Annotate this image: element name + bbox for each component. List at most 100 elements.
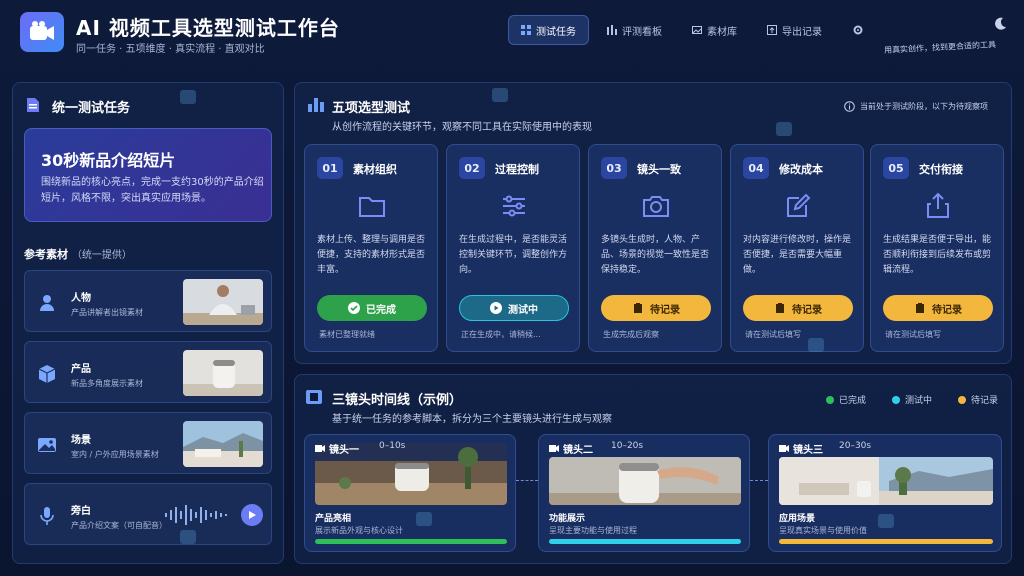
step-note: 请在测试后填写 bbox=[885, 330, 941, 339]
step-card-edit-cost[interactable]: 04 修改成本 对内容进行修改时，操作是否便捷，是否需要大幅重做。 待记录 请在… bbox=[730, 144, 864, 352]
nav-tab-test-task[interactable]: 测试任务 bbox=[508, 15, 589, 45]
image-icon bbox=[692, 26, 702, 34]
microphone-icon bbox=[40, 507, 54, 525]
reference-sub: 产品讲解者出镜素材 bbox=[71, 308, 143, 317]
settings-button[interactable] bbox=[840, 15, 876, 45]
folder-icon bbox=[359, 197, 385, 217]
sliders-icon bbox=[503, 195, 525, 217]
clipboard-icon bbox=[776, 303, 784, 313]
nav-tab-eval-board[interactable]: 评测看板 bbox=[595, 15, 674, 45]
legend-label: 测试中 bbox=[905, 396, 933, 406]
step-number: 03 bbox=[601, 157, 627, 179]
step-number: 05 bbox=[883, 157, 909, 179]
reference-item-narration[interactable]: 旁白 产品介绍文案（可自配音） bbox=[24, 483, 272, 545]
clipboard-icon bbox=[916, 303, 924, 313]
nav-label: 导出记录 bbox=[782, 26, 822, 38]
reference-sub: 室内 / 户外应用场景素材 bbox=[71, 450, 159, 459]
play-circle-icon bbox=[490, 302, 502, 314]
top-nav: 测试任务 评测看板 素材库 导出记录 bbox=[508, 15, 876, 45]
shot-thumbnail bbox=[779, 457, 993, 505]
nav-tab-asset-library[interactable]: 素材库 bbox=[680, 15, 749, 45]
step-description: 素材上传、整理与调用是否便捷，支持的素材形式是否丰富。 bbox=[317, 235, 426, 275]
task-section-title: 统一测试任务 bbox=[52, 101, 131, 116]
legend-pending: 待记录 bbox=[958, 393, 998, 406]
step-name: 镜头一致 bbox=[637, 163, 681, 176]
reference-sub: 产品介绍文案（可自配音） bbox=[71, 521, 167, 530]
watermark-icon bbox=[180, 90, 196, 104]
bar-chart-icon bbox=[607, 25, 617, 35]
info-icon bbox=[844, 101, 855, 112]
watermark-icon bbox=[776, 122, 792, 136]
play-audio-button[interactable] bbox=[241, 504, 263, 526]
nav-tab-export-records[interactable]: 导出记录 bbox=[755, 15, 834, 45]
task-title: 30秒新品介绍短片 bbox=[41, 151, 176, 170]
timeline-connector bbox=[750, 480, 768, 481]
timeline-title: 三镜头时间线（示例） bbox=[332, 393, 463, 408]
legend-dot bbox=[892, 395, 900, 404]
reference-name: 产品 bbox=[71, 364, 91, 375]
timeline-subtitle: 基于统一任务的参考脚本，拆分为三个主要镜头进行生成与观察 bbox=[332, 414, 612, 425]
step-card-delivery[interactable]: 05 交付衔接 生成结果是否便于导出，能否顺利衔接到后续发布或剪辑流程。 待记录… bbox=[870, 144, 1004, 352]
shot-card-2[interactable]: 镜头二 10–20s 功能展示 呈现主要功能与使用过程 bbox=[538, 434, 750, 552]
shot-card-3[interactable]: 镜头三 20–30s 应用场景 呈现真实场景与使用价值 bbox=[768, 434, 1002, 552]
play-icon bbox=[249, 511, 256, 519]
camera-logo-icon bbox=[20, 12, 64, 52]
reference-item-person[interactable]: 人物 产品讲解者出镜素材 bbox=[24, 270, 272, 332]
gear-icon bbox=[853, 25, 863, 35]
product-thumbnail bbox=[183, 350, 263, 396]
scene-thumbnail bbox=[183, 421, 263, 467]
shot-description: 呈现真实场景与使用价值 bbox=[779, 526, 867, 535]
watermark-icon bbox=[808, 338, 824, 352]
steps-panel-subtitle: 从创作流程的关键环节，观察不同工具在实际使用中的表现 bbox=[332, 122, 592, 133]
reference-sub: 新品多角度展示素材 bbox=[71, 379, 143, 388]
export-icon bbox=[767, 25, 777, 35]
waveform-icon bbox=[165, 505, 227, 525]
step-number: 01 bbox=[317, 157, 343, 179]
shot-description: 展示新品外观与核心设计 bbox=[315, 526, 403, 535]
timeline-connector bbox=[516, 480, 538, 481]
legend-dot bbox=[958, 395, 966, 404]
reference-note: （统一提供） bbox=[71, 250, 132, 261]
step-card-consistency[interactable]: 03 镜头一致 多镜头生成时，人物、产品、场景的视觉一致性是否保持稳定。 待记录… bbox=[588, 144, 722, 352]
shot-name: 功能展示 bbox=[549, 514, 586, 524]
dark-mode-toggle[interactable] bbox=[992, 16, 1008, 36]
watermark-icon bbox=[180, 530, 196, 544]
shot-header: 镜头一 bbox=[315, 441, 359, 456]
shot-progress-bar bbox=[315, 539, 507, 544]
video-icon bbox=[549, 445, 559, 452]
step-name: 交付衔接 bbox=[919, 163, 963, 176]
step-description: 生成结果是否便于导出，能否顺利衔接到后续发布或剪辑流程。 bbox=[883, 235, 992, 275]
grid-icon bbox=[521, 25, 531, 35]
status-text: 已完成 bbox=[366, 304, 396, 316]
reference-name: 人物 bbox=[71, 293, 91, 304]
reference-title: 参考素材 （统一提供） bbox=[24, 246, 132, 262]
status-badge-pending: 待记录 bbox=[743, 295, 853, 321]
step-name: 过程控制 bbox=[495, 163, 539, 176]
task-card: 30秒新品介绍短片 围绕新品的核心亮点，完成一支约30秒的产品介绍短片，风格不限… bbox=[24, 128, 272, 222]
step-description: 对内容进行修改时，操作是否便捷，是否需要大幅重做。 bbox=[743, 235, 852, 275]
share-icon bbox=[927, 192, 949, 218]
step-card-process[interactable]: 02 过程控制 在生成过程中，是否能灵活控制关键环节，调整创作方向。 测试中 正… bbox=[446, 144, 580, 352]
legend-label: 待记录 bbox=[971, 396, 999, 406]
legend-done: 已完成 bbox=[826, 393, 866, 406]
status-text: 待记录 bbox=[792, 304, 822, 316]
step-note: 正在生成中，请稍候... bbox=[461, 330, 541, 339]
shot-card-1[interactable]: 镜头一 0–10s 产品亮相 展示新品外观与核心设计 bbox=[304, 434, 516, 552]
reference-item-scene[interactable]: 场景 室内 / 户外应用场景素材 bbox=[24, 412, 272, 474]
watermark-icon bbox=[878, 514, 894, 528]
step-note: 生成完成后观察 bbox=[603, 330, 659, 339]
nav-label: 测试任务 bbox=[536, 26, 576, 38]
step-card-material[interactable]: 01 素材组织 素材上传、整理与调用是否便捷，支持的素材形式是否丰富。 已完成 … bbox=[304, 144, 438, 352]
step-description: 多镜头生成时，人物、产品、场景的视觉一致性是否保持稳定。 bbox=[601, 235, 710, 275]
watermark-icon bbox=[492, 88, 508, 102]
status-text: 待记录 bbox=[650, 304, 680, 316]
cube-icon bbox=[38, 365, 56, 383]
status-badge-pending: 待记录 bbox=[883, 295, 993, 321]
landscape-icon bbox=[38, 438, 56, 452]
shot-thumbnail bbox=[549, 457, 741, 505]
shot-time: 10–20s bbox=[611, 441, 644, 451]
step-name: 素材组织 bbox=[353, 163, 397, 176]
page-subtitle: 同一任务 · 五项维度 · 真实流程 · 直观对比 bbox=[76, 44, 265, 55]
steps-panel-title: 五项选型测试 bbox=[332, 101, 411, 116]
reference-item-product[interactable]: 产品 新品多角度展示素材 bbox=[24, 341, 272, 403]
